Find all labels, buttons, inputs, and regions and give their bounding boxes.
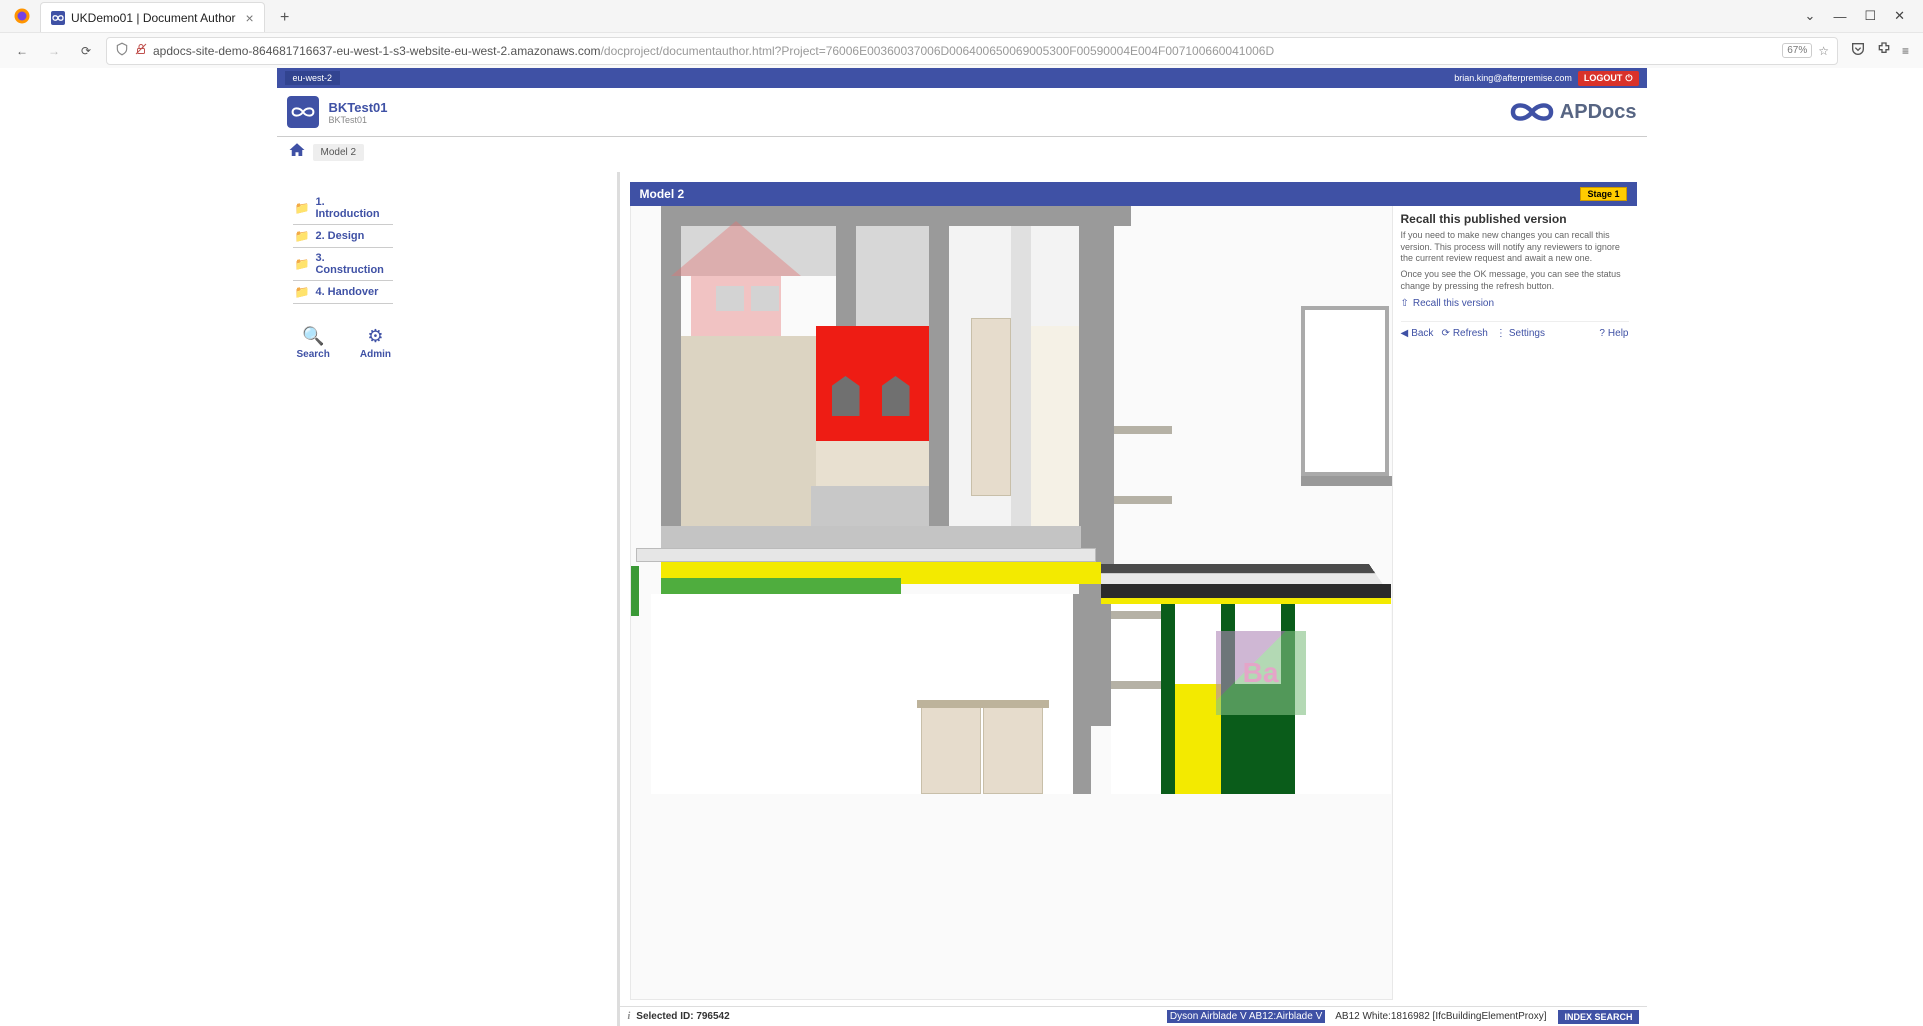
action-row: ◀Back ⟳Refresh ⋮Settings ?Help — [1401, 321, 1629, 339]
dropdown-icon[interactable]: ⌄ — [1805, 8, 1816, 24]
search-icon: 🔍 — [302, 326, 324, 347]
nav-item-introduction[interactable]: 📁1. Introduction — [293, 192, 393, 225]
info-icon: i — [628, 1011, 631, 1022]
close-window-icon[interactable]: ✕ — [1894, 8, 1905, 24]
back-link[interactable]: ◀Back — [1401, 328, 1434, 339]
help-icon: ? — [1599, 328, 1605, 339]
refresh-link[interactable]: ⟳Refresh — [1441, 328, 1487, 339]
nav-item-handover[interactable]: 📁4. Handover — [293, 281, 393, 304]
admin-button[interactable]: ⚙ Admin — [360, 326, 391, 360]
recall-link[interactable]: ⇧ Recall this version — [1401, 298, 1629, 309]
index-search-button[interactable]: INDEX SEARCH — [1558, 1010, 1638, 1024]
app-logo[interactable] — [287, 96, 319, 128]
side-panel-heading: Recall this published version — [1401, 212, 1629, 226]
nav-list: 📁1. Introduction 📁2. Design 📁3. Construc… — [293, 192, 393, 304]
page-viewport: eu-west-2 brian.king@afterpremise.com LO… — [0, 68, 1923, 1026]
selected-element-rest: AB12 White:1816982 [IfcBuildingElementPr… — [1335, 1011, 1546, 1022]
nav-item-construction[interactable]: 📁3. Construction — [293, 248, 393, 281]
folder-icon: 📁 — [295, 257, 310, 271]
content-title: Model 2 — [640, 187, 685, 201]
forward-button: → — [42, 39, 66, 63]
content-header: Model 2 Stage 1 — [630, 182, 1637, 206]
nav-bar: ← → ⟳ apdocs-site-demo-864681716637-eu-w… — [0, 32, 1923, 68]
tab-strip: UKDemo01 | Document Author × + — [40, 0, 1791, 32]
title-bar: UKDemo01 | Document Author × + ⌄ — ☐ ✕ — [0, 0, 1923, 32]
brand-logo[interactable]: APDocs — [1510, 100, 1637, 124]
side-panel-text-2: Once you see the OK message, you can see… — [1401, 269, 1629, 292]
url-bar[interactable]: apdocs-site-demo-864681716637-eu-west-1-… — [106, 37, 1838, 65]
pocket-icon[interactable] — [1850, 41, 1866, 60]
lock-icon — [135, 43, 147, 58]
refresh-icon: ⟳ — [1441, 328, 1449, 339]
folder-icon: 📁 — [295, 201, 310, 215]
power-icon: ⏻ — [1625, 73, 1632, 84]
search-button[interactable]: 🔍 Search — [297, 326, 330, 360]
browser-chrome: UKDemo01 | Document Author × + ⌄ — ☐ ✕ ←… — [0, 0, 1923, 69]
side-panel: Recall this published version If you nee… — [1393, 206, 1637, 1000]
user-email: brian.king@afterpremise.com — [1454, 73, 1572, 83]
folder-icon: 📁 — [295, 285, 310, 299]
menu-icon[interactable]: ≡ — [1902, 44, 1909, 58]
tab-favicon — [51, 11, 65, 25]
upload-icon: ⇧ — [1401, 298, 1409, 309]
extensions-icon[interactable] — [1876, 41, 1892, 60]
back-icon: ◀ — [1401, 328, 1409, 339]
maximize-icon[interactable]: ☐ — [1864, 8, 1876, 24]
breadcrumb-current[interactable]: Model 2 — [313, 144, 365, 161]
settings-link[interactable]: ⋮Settings — [1496, 328, 1545, 339]
breadcrumb: Model 2 — [277, 137, 1647, 168]
view-cube[interactable]: Ba — [1216, 631, 1306, 715]
tab-title: UKDemo01 | Document Author — [71, 11, 236, 25]
firefox-icon — [4, 0, 40, 32]
app-header: BKTest01 BKTest01 APDocs — [277, 88, 1647, 137]
project-title: BKTest01 — [329, 100, 388, 115]
project-subtitle: BKTest01 — [329, 115, 388, 125]
gear-icon: ⚙ — [367, 326, 383, 347]
top-ribbon: eu-west-2 brian.king@afterpremise.com LO… — [277, 68, 1647, 88]
logout-button[interactable]: LOGOUT ⏻ — [1578, 71, 1639, 86]
minimize-icon[interactable]: — — [1833, 9, 1846, 24]
selected-id-label: Selected ID: 796542 — [636, 1011, 729, 1022]
reload-button[interactable]: ⟳ — [74, 39, 98, 63]
browser-tab-active[interactable]: UKDemo01 | Document Author × — [40, 2, 265, 32]
shield-icon — [115, 42, 129, 59]
back-button[interactable]: ← — [10, 39, 34, 63]
url-text: apdocs-site-demo-864681716637-eu-west-1-… — [153, 44, 1776, 58]
nav-item-design[interactable]: 📁2. Design — [293, 225, 393, 248]
stage-badge: Stage 1 — [1580, 187, 1626, 201]
3d-viewer[interactable]: Ba — [630, 206, 1393, 1000]
new-tab-button[interactable]: + — [271, 4, 299, 32]
selected-element-name: Dyson Airblade V AB12:Airblade V — [1167, 1010, 1325, 1023]
folder-icon: 📁 — [295, 229, 310, 243]
side-panel-text-1: If you need to make new changes you can … — [1401, 230, 1629, 265]
zoom-level[interactable]: 67% — [1782, 43, 1812, 58]
tab-close-icon[interactable]: × — [246, 10, 254, 26]
main-content: Model 2 Stage 1 — [617, 172, 1647, 1026]
left-sidebar: 📁1. Introduction 📁2. Design 📁3. Construc… — [277, 172, 617, 1026]
window-controls: ⌄ — ☐ ✕ — [1791, 8, 1919, 24]
status-bar: i Selected ID: 796542 Dyson Airblade V A… — [620, 1006, 1647, 1026]
app-title: BKTest01 BKTest01 — [329, 100, 388, 125]
home-icon[interactable] — [287, 141, 307, 164]
region-chip: eu-west-2 — [285, 71, 341, 85]
help-link[interactable]: ?Help — [1599, 328, 1628, 339]
bookmark-star-icon[interactable]: ☆ — [1818, 44, 1829, 58]
toolbar-right-icons: ≡ — [1846, 41, 1913, 60]
settings-icon: ⋮ — [1496, 328, 1506, 339]
